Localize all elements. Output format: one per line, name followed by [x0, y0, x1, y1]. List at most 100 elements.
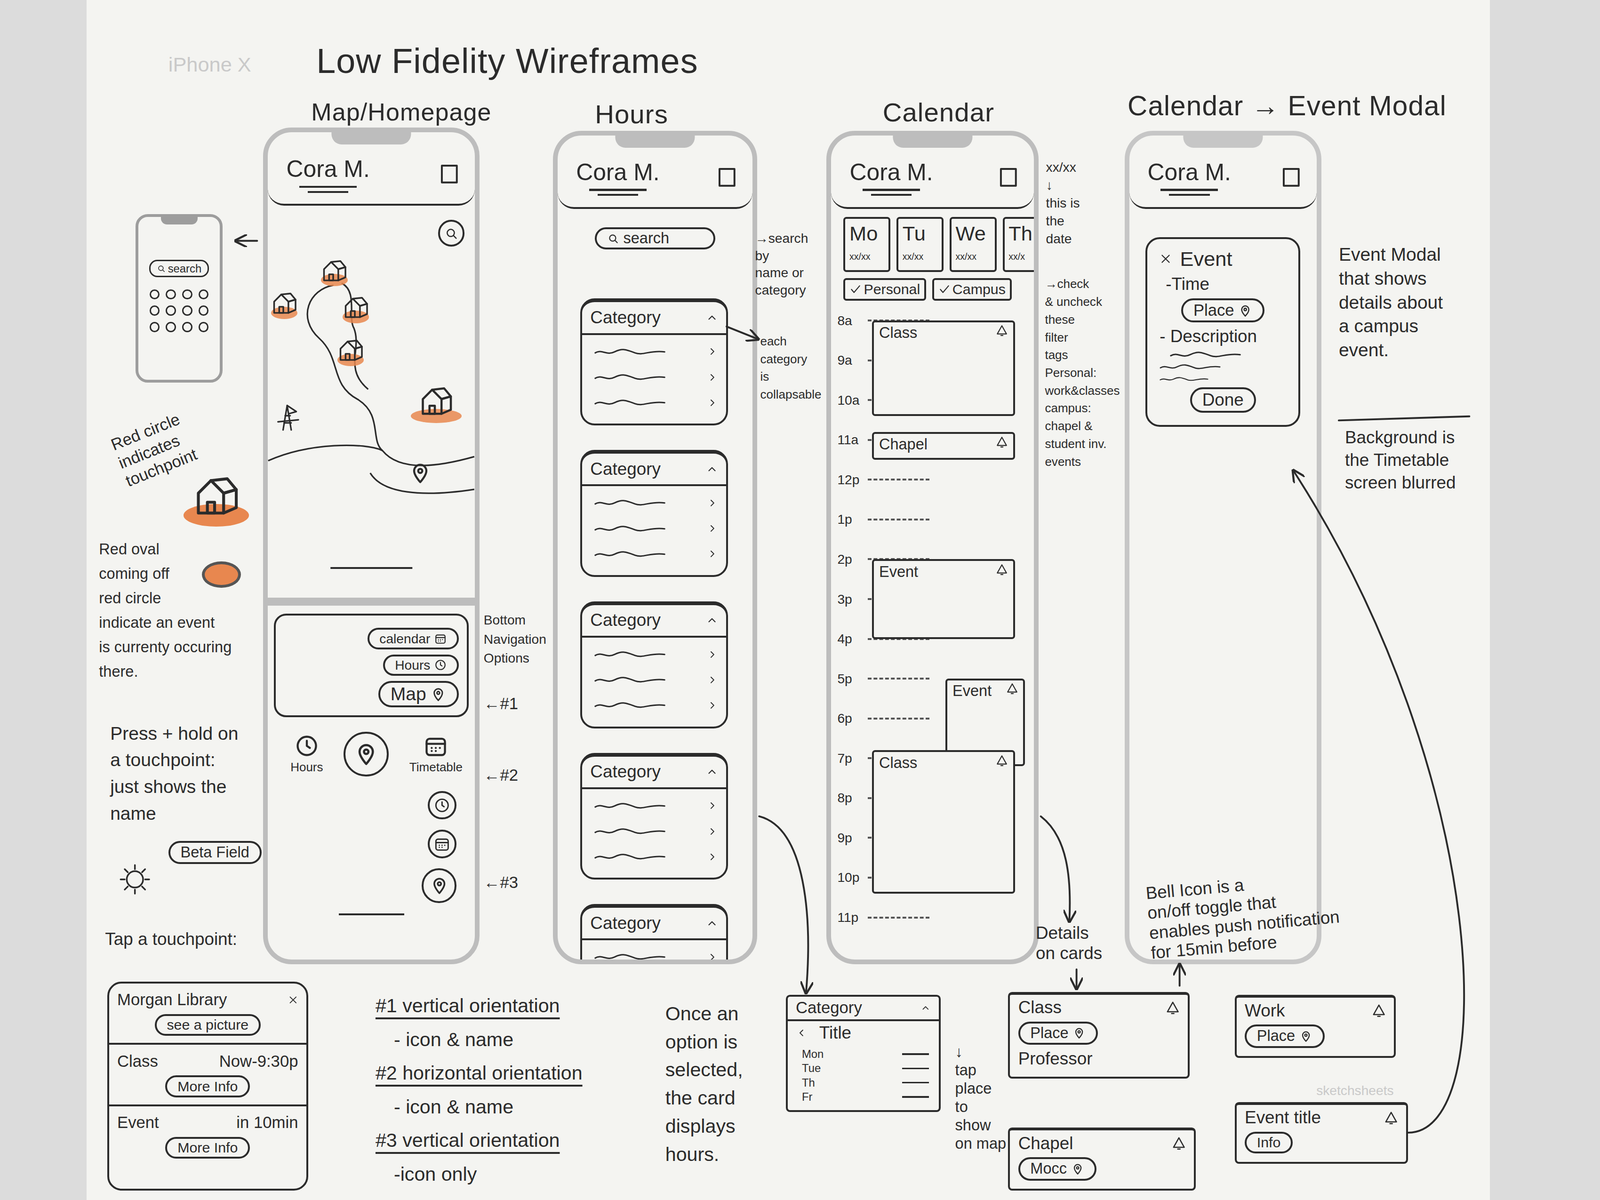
nav-item[interactable]	[343, 731, 389, 777]
text-scribble-icon	[590, 524, 670, 533]
category-header[interactable]: Category	[582, 453, 727, 487]
category-row[interactable]	[590, 641, 718, 668]
nav-main-button[interactable]	[343, 731, 389, 777]
more-info-button[interactable]: More Info	[165, 1075, 250, 1097]
category-header[interactable]: Category	[582, 756, 727, 790]
category-card[interactable]: Category	[580, 449, 728, 577]
category-row[interactable]	[590, 541, 718, 567]
card-title: Work	[1244, 1000, 1285, 1021]
category-list: Category Category Category Category Category	[557, 249, 753, 965]
touchpoint[interactable]	[337, 336, 364, 367]
text-scribble-icon	[590, 347, 670, 356]
nav-button[interactable]: Hours	[383, 654, 459, 676]
category-row[interactable]	[590, 692, 718, 719]
filter-tag[interactable]: Personal	[843, 278, 926, 301]
calendar-event[interactable]: Chapel	[872, 432, 1016, 460]
nav-icon-button[interactable]	[421, 868, 457, 904]
touchpoint[interactable]	[320, 256, 348, 287]
more-info-button[interactable]: More Info	[165, 1136, 250, 1159]
detail-title-row[interactable]: Title	[787, 1021, 940, 1048]
calendar-event[interactable]: Event	[872, 559, 1016, 639]
hours-detail-card: CategoryTitleMonTueThFr	[785, 994, 942, 1112]
category-header[interactable]: Category	[582, 605, 727, 638]
underline	[307, 191, 349, 193]
info-button[interactable]: Info	[1244, 1131, 1293, 1154]
grid-dot	[182, 305, 193, 316]
day-tab[interactable]: Moxx/xx	[843, 216, 891, 272]
touchpoint[interactable]	[342, 293, 369, 324]
category-header[interactable]: Category	[582, 907, 727, 941]
touchpoint[interactable]	[271, 289, 298, 320]
see-picture-button[interactable]: see a picture	[154, 1014, 261, 1036]
search-field[interactable]: search	[594, 227, 716, 250]
place-button[interactable]: Mocc	[1018, 1157, 1097, 1181]
nav-button[interactable]: Map	[378, 680, 459, 708]
category-row[interactable]	[590, 515, 718, 542]
touchpoint[interactable]	[410, 383, 462, 424]
category-card[interactable]: Category	[580, 752, 728, 880]
category-row[interactable]	[590, 818, 718, 844]
note-line: that shows	[1338, 266, 1443, 291]
nav-icon-button[interactable]	[427, 791, 457, 820]
check-icon	[849, 283, 862, 296]
detail-header[interactable]: Category	[787, 996, 940, 1022]
note-line: event.	[1338, 338, 1443, 363]
calendar-event[interactable]: Class	[872, 320, 1016, 416]
category-header[interactable]: Category	[582, 302, 727, 335]
filter-tag[interactable]: Campus	[932, 278, 1012, 301]
touchpoint-building	[271, 289, 298, 316]
category-row[interactable]	[590, 338, 718, 365]
category-row[interactable]	[590, 364, 718, 390]
category-card[interactable]: Category	[580, 298, 728, 426]
note-line: →check	[1044, 275, 1120, 294]
calendar-event[interactable]: Class	[872, 750, 1016, 894]
hours-value-line	[902, 1053, 929, 1055]
map-search-button[interactable]	[438, 219, 465, 247]
category-row[interactable]	[590, 944, 718, 965]
day-tab[interactable]: Tuxx/xx	[896, 216, 944, 272]
time-row: 1p	[837, 499, 1034, 540]
category-row[interactable]	[590, 390, 718, 416]
category-row[interactable]	[590, 792, 718, 819]
nav-item[interactable]: Timetable	[409, 733, 463, 775]
done-button[interactable]: Done	[1190, 387, 1256, 413]
day-date: xx/x	[1008, 251, 1025, 263]
category-card[interactable]: Category	[580, 904, 728, 965]
work-card[interactable]: Work Place	[1234, 994, 1397, 1058]
grid-dot	[149, 289, 160, 300]
calendar-icon	[423, 733, 448, 759]
note-line: the Timetable	[1344, 448, 1456, 472]
class-card[interactable]: ClassPlaceProfessor	[1008, 992, 1190, 1080]
card-header: Class	[1018, 997, 1180, 1018]
bell-icon	[995, 754, 1008, 767]
filter-tags: Personal Campus	[831, 272, 1034, 301]
category-row[interactable]	[590, 490, 718, 516]
tap-note: Tap a touchpoint:	[104, 928, 238, 951]
nav-item[interactable]: Hours	[290, 733, 323, 775]
nav-button[interactable]: calendar	[367, 627, 459, 649]
note-line: show	[955, 1116, 1007, 1135]
place-button[interactable]: Place	[1244, 1024, 1325, 1048]
category-card[interactable]: Category	[580, 601, 728, 729]
note-line: & uncheck	[1044, 293, 1120, 312]
user-name: Cora M.	[1147, 158, 1232, 186]
search-field[interactable]: search	[149, 259, 209, 277]
day-tab[interactable]: Thxx/x	[1002, 216, 1040, 272]
place-button[interactable]: Place	[1018, 1021, 1099, 1045]
day-tab[interactable]: Wexx/xx	[949, 216, 997, 272]
note-line: details about	[1338, 290, 1443, 315]
category-row[interactable]	[590, 667, 718, 693]
event-modal-note: Event Modalthat showsdetails abouta camp…	[1338, 242, 1443, 363]
chapel-card[interactable]: ChapelMocc	[1008, 1127, 1196, 1191]
map-pin-icon	[1071, 1162, 1085, 1176]
note-line: tap	[955, 1061, 1007, 1080]
note-line: date	[1046, 229, 1080, 248]
event-card[interactable]: Event titleInfo	[1234, 1102, 1409, 1164]
category-row[interactable]	[590, 844, 718, 870]
nav-icon-button[interactable]	[427, 829, 457, 859]
note-line: just shows the	[110, 773, 239, 801]
nav-vertical: calendar Hours Map	[273, 613, 469, 718]
user-name: Cora M.	[286, 155, 370, 183]
place-button[interactable]: Place	[1181, 298, 1265, 323]
campus-map[interactable]	[267, 205, 475, 574]
